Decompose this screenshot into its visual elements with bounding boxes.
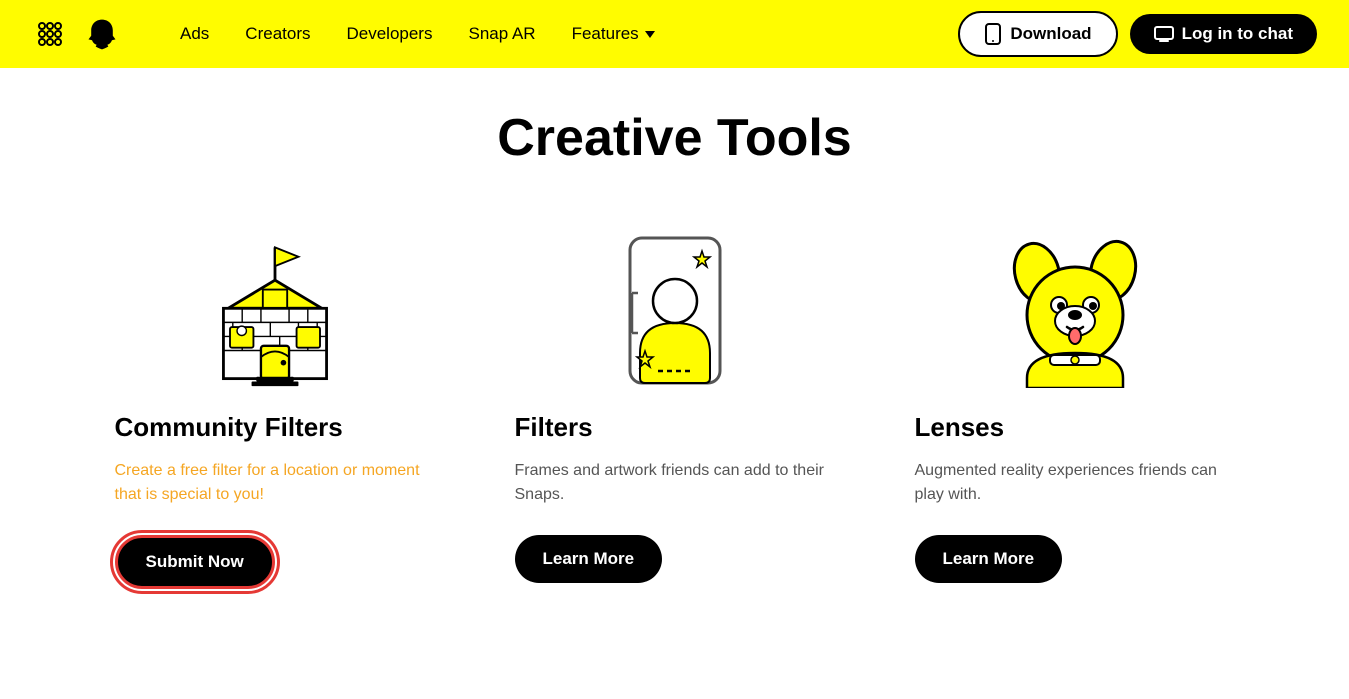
snapchat-ghost-icon[interactable]: [84, 16, 120, 52]
download-button[interactable]: Download: [958, 11, 1117, 57]
submit-now-button[interactable]: Submit Now: [115, 535, 275, 589]
page-title: Creative Tools: [497, 108, 851, 168]
grid-icon[interactable]: [32, 16, 68, 52]
features-chevron-icon: [645, 31, 655, 38]
lenses-icon: [915, 228, 1235, 388]
lenses-learn-more-button[interactable]: Learn More: [915, 535, 1063, 583]
filters-icon: [515, 228, 835, 388]
nav-left: [32, 16, 120, 52]
lenses-desc: Augmented reality experiences friends ca…: [915, 459, 1235, 507]
cards-row: Community Filters Create a free filter f…: [80, 228, 1269, 589]
nav-link-features[interactable]: Features: [572, 24, 655, 44]
nav-link-creators[interactable]: Creators: [245, 24, 310, 44]
filters-card: Filters Frames and artwork friends can a…: [515, 228, 835, 589]
filters-title: Filters: [515, 412, 593, 443]
nav-links: Ads Creators Developers Snap AR Features: [180, 24, 655, 44]
nav-link-ads[interactable]: Ads: [180, 24, 209, 44]
filters-desc: Frames and artwork friends can add to th…: [515, 459, 835, 507]
phone-icon: [984, 23, 1002, 45]
navbar: Ads Creators Developers Snap AR Features…: [0, 0, 1349, 68]
community-filters-title: Community Filters: [115, 412, 343, 443]
nav-link-developers[interactable]: Developers: [346, 24, 432, 44]
community-filters-icon: [115, 228, 435, 388]
community-filters-desc: Create a free filter for a location or m…: [115, 459, 435, 507]
login-button[interactable]: Log in to chat: [1130, 14, 1317, 54]
community-filters-card: Community Filters Create a free filter f…: [115, 228, 435, 589]
lenses-card: Lenses Augmented reality experiences fri…: [915, 228, 1235, 589]
nav-link-snap-ar[interactable]: Snap AR: [468, 24, 535, 44]
monitor-icon: [1154, 26, 1174, 42]
lenses-title: Lenses: [915, 412, 1005, 443]
main-content: Creative Tools: [0, 68, 1349, 649]
filters-learn-more-button[interactable]: Learn More: [515, 535, 663, 583]
nav-actions: Download Log in to chat: [958, 11, 1317, 57]
